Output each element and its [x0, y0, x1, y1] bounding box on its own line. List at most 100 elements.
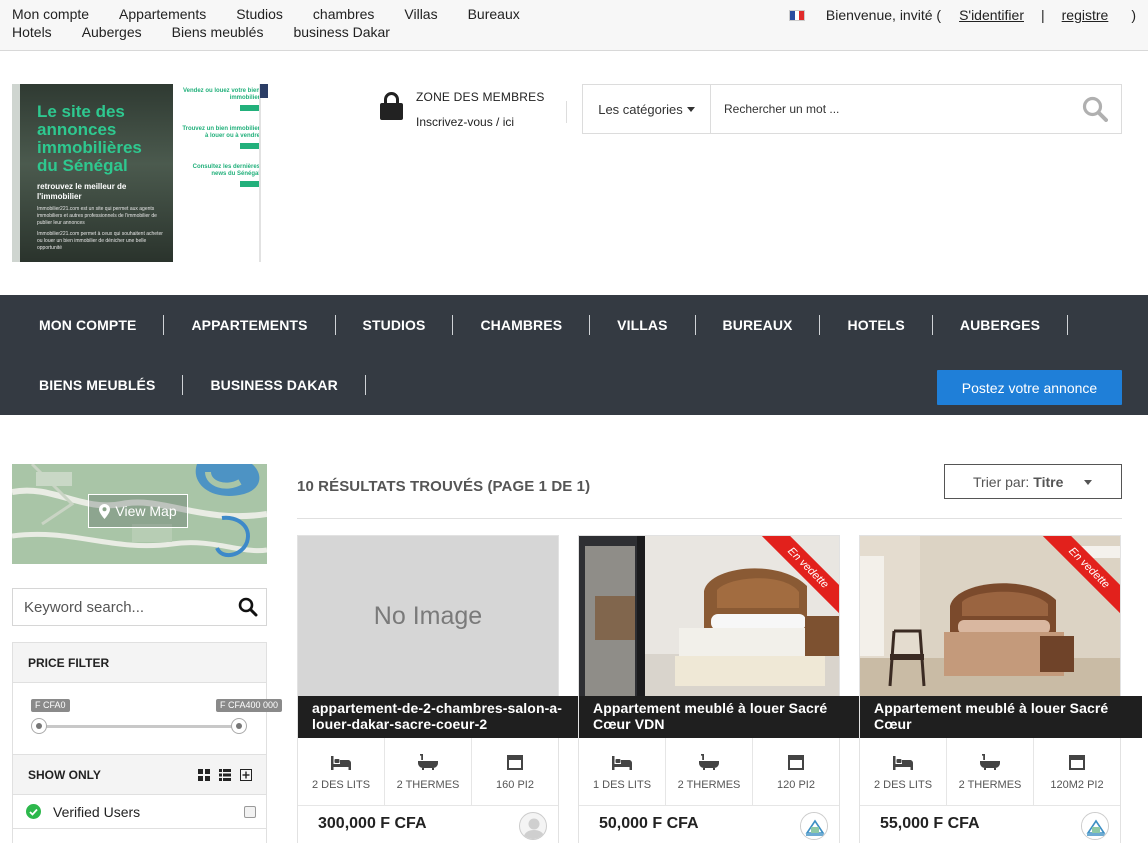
nav-hotels[interactable]: HOTELS: [820, 315, 933, 335]
listing-card[interactable]: No Image appartement-de-2-chambres-salon…: [297, 535, 580, 843]
keyword-search-input[interactable]: [13, 590, 230, 624]
bed-icon: [331, 756, 351, 770]
categories-label: Les catégories: [598, 101, 683, 117]
listing-baths-label: 2 THERMES: [677, 779, 741, 791]
banner-stripe: [12, 84, 20, 262]
listing-beds: 2 DES LITS: [298, 738, 385, 805]
view-map-button[interactable]: View Map: [88, 494, 188, 528]
agent-avatar[interactable]: [519, 812, 547, 840]
keyword-search: [12, 588, 267, 626]
listing-baths: 2 THERMES: [666, 738, 753, 805]
price-max-label: F CFA400 000: [216, 699, 283, 712]
members-title: ZONE DES MEMBRES: [416, 90, 545, 104]
listing-area-label: 120 PI2: [777, 779, 815, 791]
listing-card[interactable]: En vedette Appartement meublé à louer Sa…: [859, 535, 1142, 843]
price-filter-panel: PRICE FILTER F CFA0 F CFA400 000: [12, 642, 283, 755]
listing-features: 2 DES LITS 2 THERMES 120M2 PI2: [860, 738, 1120, 806]
agent-logo-icon: [801, 813, 827, 839]
listing-title[interactable]: appartement-de-2-chambres-salon-a-louer-…: [298, 696, 580, 738]
chevron-down-icon: [1084, 480, 1092, 485]
banner-link-button: [240, 105, 260, 111]
expand-view-icon[interactable]: [240, 768, 252, 781]
listing-features: 2 DES LITS 2 THERMES 160 PI2: [298, 738, 558, 806]
show-only-header: SHOW ONLY: [13, 755, 266, 795]
nav-villas[interactable]: VILLAS: [590, 315, 696, 335]
members-zone[interactable]: ZONE DES MEMBRES Inscrivez-vous / ici: [380, 90, 545, 129]
area-icon: [507, 755, 523, 770]
nav-chambres[interactable]: CHAMBRES: [453, 315, 591, 335]
listing-photo-placeholder[interactable]: No Image: [298, 536, 558, 696]
sort-value: Titre: [1033, 473, 1064, 490]
price-max-handle[interactable]: [231, 718, 247, 734]
show-only-panel: SHOW ONLY Verified Users: [12, 754, 267, 843]
listing-beds-label: 2 DES LITS: [873, 779, 933, 791]
nav-biens-meubles[interactable]: BIENS MEUBLÉS: [12, 375, 184, 395]
topnav-bureaux[interactable]: Bureaux: [468, 6, 520, 23]
listing-title[interactable]: Appartement meublé à louer Sacré Cœur VD…: [579, 696, 861, 738]
topnav-chambres[interactable]: chambres: [313, 6, 374, 23]
agent-avatar[interactable]: [1081, 812, 1109, 840]
nav-bureaux[interactable]: BUREAUX: [696, 315, 821, 335]
verified-users-checkbox[interactable]: [244, 805, 256, 818]
main-nav-row-2: BIENS MEUBLÉS BUSINESS DAKAR: [12, 375, 366, 395]
post-listing-button[interactable]: Postez votre annonce: [937, 370, 1122, 405]
banner-subtitle: retrouvez le meilleur de l'immobilier: [37, 182, 127, 201]
nav-business-dakar[interactable]: BUSINESS DAKAR: [183, 375, 366, 395]
agent-avatar[interactable]: [800, 812, 828, 840]
price-min-handle[interactable]: [31, 718, 47, 734]
bed-icon: [612, 756, 632, 770]
filter-verified-users[interactable]: Verified Users: [13, 795, 266, 829]
french-flag-icon[interactable]: [788, 9, 805, 21]
banner-link-news-text: Consultez les dernières news du Sénégal: [192, 164, 260, 177]
price-filter-title: PRICE FILTER: [13, 643, 266, 683]
search-icon[interactable]: [230, 597, 266, 617]
listing-features: 1 DES LITS 2 THERMES 120 PI2: [579, 738, 839, 806]
topnav-appartements[interactable]: Appartements: [119, 6, 206, 23]
topnav-mon-compte[interactable]: Mon compte: [12, 6, 89, 23]
listing-photo[interactable]: En vedette: [579, 536, 839, 696]
login-link[interactable]: S'identifier: [959, 7, 1024, 23]
list-view-icon[interactable]: [219, 768, 231, 781]
topnav-hotels[interactable]: Hotels: [12, 24, 52, 41]
listing-photo[interactable]: En vedette: [860, 536, 1120, 696]
listing-title[interactable]: Appartement meublé à louer Sacré Cœur: [860, 696, 1142, 738]
nav-studios[interactable]: STUDIOS: [336, 315, 454, 335]
listing-beds-label: 2 DES LITS: [311, 779, 371, 791]
topnav-auberges[interactable]: Auberges: [82, 24, 142, 41]
search-input[interactable]: [711, 86, 1069, 132]
banner-text: Immobilier221.com est un site qui permet…: [37, 206, 167, 252]
banner-link-button: [240, 143, 260, 149]
grid-view-icon[interactable]: [198, 768, 210, 781]
listing-card[interactable]: En vedette Appartement meublé à louer Sa…: [578, 535, 861, 843]
agent-logo-icon: [1082, 813, 1108, 839]
listing-area-label: 120M2 PI2: [1050, 779, 1104, 791]
banner-link-find: Trouvez un bien immobilier à louer ou à …: [182, 126, 260, 152]
banner-title: Le site des annonces immobilières du Sén…: [37, 102, 142, 175]
banner-link-sell: Vendez ou louez votre bien immobilier: [182, 88, 260, 114]
show-only-title: SHOW ONLY: [28, 767, 101, 782]
nav-appartements[interactable]: APPARTEMENTS: [164, 315, 336, 335]
nav-mon-compte[interactable]: MON COMPTE: [12, 315, 165, 335]
map-preview[interactable]: View Map: [12, 464, 267, 564]
topnav-studios[interactable]: Studios: [236, 6, 283, 23]
topnav-biens-meubles[interactable]: Biens meublés: [172, 24, 264, 41]
header-divider: [566, 101, 567, 123]
register-link[interactable]: registre: [1062, 7, 1109, 23]
listing-baths: 2 THERMES: [385, 738, 472, 805]
lock-icon: [380, 90, 403, 120]
sort-dropdown[interactable]: Trier par: Titre: [944, 464, 1122, 499]
categories-dropdown[interactable]: Les catégories: [583, 85, 711, 133]
members-signup-link[interactable]: Inscrivez-vous / ici: [416, 115, 545, 129]
map-marker-icon: [99, 503, 111, 519]
verified-check-icon: [26, 804, 41, 819]
nav-auberges[interactable]: AUBERGES: [933, 315, 1069, 335]
listing-area-label: 160 PI2: [496, 779, 534, 791]
search-icon[interactable]: [1069, 85, 1121, 133]
price-slider-track[interactable]: [40, 725, 239, 728]
site-banner[interactable]: Le site des annonces immobilières du Sén…: [12, 84, 268, 262]
topnav-villas[interactable]: Villas: [404, 6, 437, 23]
area-icon: [1069, 755, 1085, 770]
price-min-label: F CFA0: [31, 699, 70, 712]
topnav-business-dakar[interactable]: business Dakar: [293, 24, 390, 41]
listing-beds: 1 DES LITS: [579, 738, 666, 805]
